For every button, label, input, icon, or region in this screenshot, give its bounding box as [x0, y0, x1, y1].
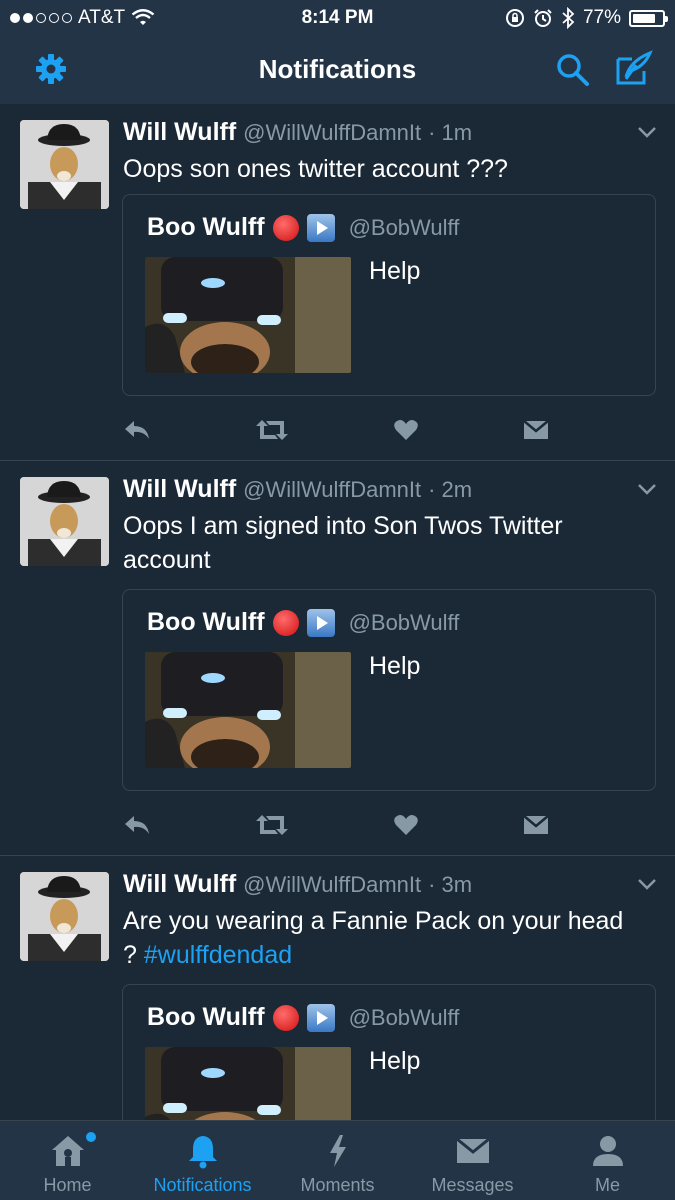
- avatar[interactable]: [20, 120, 109, 209]
- like-icon[interactable]: [393, 813, 419, 837]
- tweet-text: Oops son ones twitter account ???: [123, 155, 508, 183]
- quoted-tweet[interactable]: Boo Wulff @BobWulff Help: [122, 194, 656, 396]
- home-icon: [51, 1136, 84, 1166]
- tweet-author-name[interactable]: Will Wulff: [123, 870, 236, 898]
- search-icon[interactable]: [555, 52, 591, 88]
- tab-moments[interactable]: Moments: [270, 1121, 405, 1200]
- tab-messages[interactable]: Messages: [405, 1121, 540, 1200]
- avatar-image: [20, 120, 109, 209]
- tab-home[interactable]: Home: [0, 1121, 135, 1200]
- tab-me[interactable]: Me: [540, 1121, 675, 1200]
- quoted-author-handle: @BobWulff: [348, 609, 460, 635]
- tab-bar: Home Notifications Moments Messages Me: [0, 1120, 675, 1200]
- tweet-author-handle: @WillWulffDamnIt: [243, 872, 422, 897]
- tweet-time: · 3m: [428, 872, 473, 897]
- reply-icon[interactable]: [122, 813, 152, 837]
- avatar-image: [20, 477, 109, 566]
- alarm-icon: [534, 9, 552, 27]
- quoted-tweet[interactable]: Boo Wulff @BobWulff Help: [122, 589, 656, 791]
- tab-label: Notifications: [153, 1175, 252, 1195]
- hashtag-link[interactable]: #wulffdendad: [144, 941, 292, 969]
- like-icon[interactable]: [393, 418, 419, 442]
- chevron-down-icon[interactable]: [637, 126, 657, 138]
- orientation-lock-icon: [505, 9, 524, 27]
- quoted-tweet-text: Help: [369, 257, 421, 285]
- tweet-item[interactable]: Will Wulff @WillWulffDamnIt · 1m Oops so…: [0, 104, 675, 461]
- play-button-emoji: [306, 1003, 335, 1032]
- bell-icon: [188, 1136, 217, 1169]
- battery-percent: 77%: [582, 7, 621, 28]
- direct-message-icon[interactable]: [522, 813, 550, 837]
- avatar[interactable]: [20, 872, 109, 961]
- status-bar: AT&T 8:14 PM 77%: [0, 0, 675, 36]
- tab-label: Moments: [300, 1175, 375, 1195]
- quoted-tweet-header: Boo Wulff @BobWulff: [147, 213, 459, 242]
- tweet-time: · 2m: [428, 477, 473, 502]
- quoted-tweet-text: Help: [369, 1047, 421, 1075]
- quoted-media-thumbnail[interactable]: [145, 1047, 351, 1120]
- quoted-author-handle: @BobWulff: [348, 214, 460, 240]
- tweet-author-handle: @WillWulffDamnIt: [243, 120, 422, 145]
- quoted-author-handle: @BobWulff: [348, 1004, 460, 1030]
- tweet-author-name[interactable]: Will Wulff: [123, 475, 236, 503]
- reply-icon[interactable]: [122, 418, 152, 442]
- red-circle-emoji: [272, 609, 299, 636]
- quoted-tweet-text: Help: [369, 652, 421, 680]
- avatar-image: [20, 872, 109, 961]
- tweet-header: Will Wulff @WillWulffDamnIt · 3m: [123, 870, 472, 899]
- tweet-item[interactable]: Will Wulff @WillWulffDamnIt · 2m Oops I …: [0, 461, 675, 856]
- retweet-icon[interactable]: [255, 418, 289, 442]
- tweet-header: Will Wulff @WillWulffDamnIt · 1m: [123, 118, 472, 147]
- chevron-down-icon[interactable]: [637, 878, 657, 890]
- quoted-media-thumbnail[interactable]: [145, 652, 351, 768]
- notifications-feed: Will Wulff @WillWulffDamnIt · 1m Oops so…: [0, 104, 675, 1120]
- tab-label: Messages: [431, 1175, 514, 1195]
- tweet-actions: [122, 418, 562, 448]
- lightning-icon: [329, 1135, 346, 1167]
- tweet-text: Are you wearing a Fannie Pack on your he…: [123, 904, 643, 972]
- play-button-emoji: [306, 213, 335, 242]
- tweet-time: · 1m: [428, 120, 473, 145]
- play-button-emoji: [306, 608, 335, 637]
- envelope-icon: [455, 1137, 490, 1163]
- avatar[interactable]: [20, 477, 109, 566]
- quoted-author-name: Boo Wulff: [147, 608, 265, 636]
- bluetooth-icon: [562, 7, 575, 29]
- tweet-item[interactable]: Will Wulff @WillWulffDamnIt · 3m Are you…: [0, 856, 675, 1120]
- quoted-tweet-header: Boo Wulff @BobWulff: [147, 608, 459, 637]
- chevron-down-icon[interactable]: [637, 483, 657, 495]
- tweet-author-name[interactable]: Will Wulff: [123, 118, 236, 146]
- quoted-tweet-header: Boo Wulff @BobWulff: [147, 1003, 459, 1032]
- tweet-actions: [122, 813, 562, 843]
- tab-notifications[interactable]: Notifications: [135, 1121, 270, 1200]
- quoted-author-name: Boo Wulff: [147, 213, 265, 241]
- tweet-text: Oops I am signed into Son Twos Twitter a…: [123, 512, 563, 574]
- battery-icon: [629, 9, 668, 27]
- tweet-header: Will Wulff @WillWulffDamnIt · 2m: [123, 475, 472, 504]
- direct-message-icon[interactable]: [522, 418, 550, 442]
- tweet-author-handle: @WillWulffDamnIt: [243, 477, 422, 502]
- quoted-tweet[interactable]: Boo Wulff @BobWulff Help: [122, 984, 656, 1120]
- nav-bar: Notifications: [0, 36, 675, 104]
- notification-badge: [86, 1132, 96, 1142]
- tab-label: Me: [594, 1175, 620, 1195]
- compose-icon[interactable]: [614, 49, 654, 89]
- status-right: 77%: [505, 7, 668, 29]
- retweet-icon[interactable]: [255, 813, 289, 837]
- tab-label: Home: [43, 1175, 92, 1195]
- person-icon: [592, 1136, 623, 1166]
- quoted-author-name: Boo Wulff: [147, 1003, 265, 1031]
- red-circle-emoji: [272, 214, 299, 241]
- red-circle-emoji: [272, 1004, 299, 1031]
- quoted-media-thumbnail[interactable]: [145, 257, 351, 373]
